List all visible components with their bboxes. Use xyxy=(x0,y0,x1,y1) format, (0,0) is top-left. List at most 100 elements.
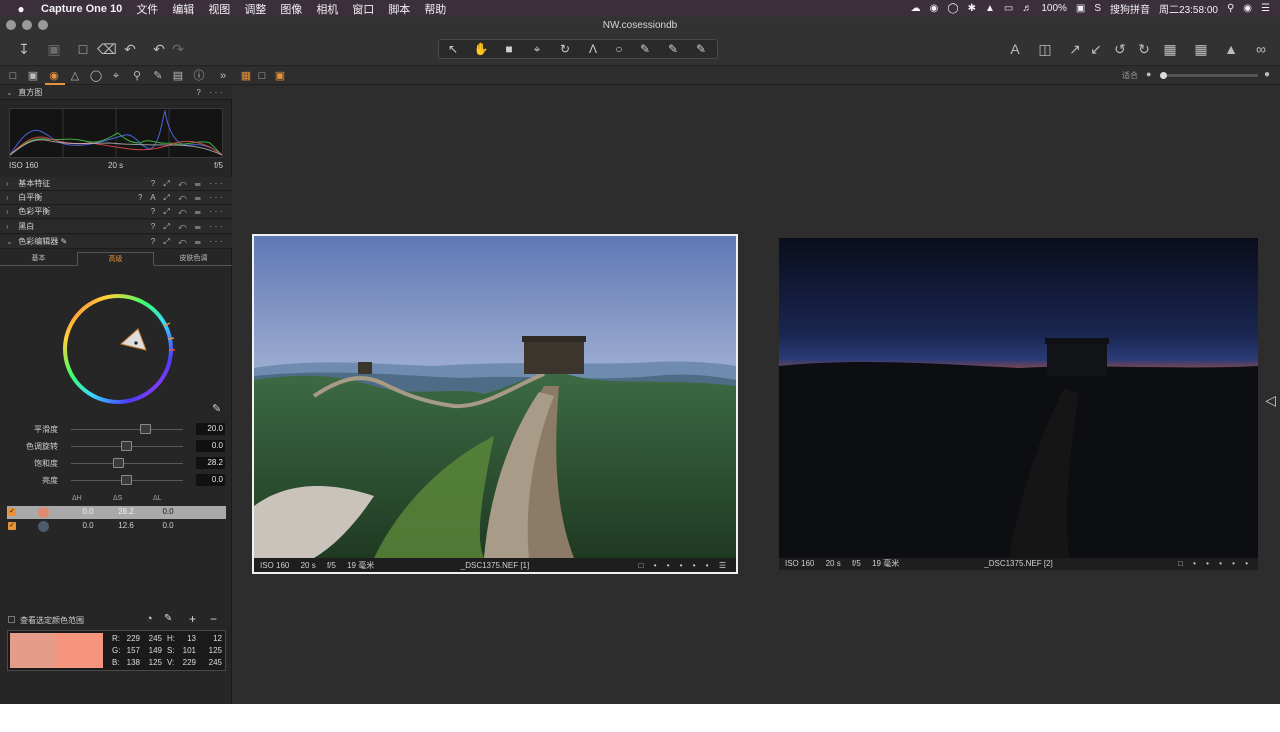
star-rating[interactable]: • • • • • xyxy=(654,561,713,570)
photo-variant-2[interactable]: ISO 160 20 s f/5 19 毫米 _DSC1375.NEF [2] … xyxy=(779,238,1258,570)
great-wall-photo-dark[interactable] xyxy=(779,238,1258,558)
slider-value-field[interactable]: 0.0 xyxy=(196,440,225,452)
zoom-in-icon[interactable]: ● xyxy=(1264,69,1270,80)
wechat-icon[interactable]: ◉ xyxy=(930,3,939,14)
menu-camera[interactable]: 相机 xyxy=(316,1,338,17)
menu-view[interactable]: 视图 xyxy=(208,1,230,17)
timer-icon[interactable]: ◯ xyxy=(947,3,958,14)
section-base-characteristics[interactable]: › 基本特征 ? ⤢ ↶ ☰ ··· xyxy=(0,177,232,191)
menu-file[interactable]: 文件 xyxy=(136,1,158,17)
slider-saturation[interactable]: 饱和度 28.2 xyxy=(0,456,232,470)
apply-adjustments-icon[interactable]: ↙ xyxy=(1087,40,1105,58)
composition-tab-icon[interactable]: ⌖ xyxy=(108,68,124,84)
slider-smoothness[interactable]: 平滑度 20.0 xyxy=(0,422,232,436)
pie-icon[interactable]: ◔ xyxy=(146,613,153,625)
photo-variant-1[interactable]: ISO 160 20 s f/5 19 毫米 _DSC1375.NEF [1] … xyxy=(252,234,738,574)
volume-icon[interactable]: ♬ xyxy=(1022,3,1032,14)
color-picker-icon[interactable]: ✎ xyxy=(661,40,685,58)
zoom-slider-knob[interactable] xyxy=(1160,72,1167,79)
section-tools[interactable]: ? A ⤢ ↶ ☰ ··· xyxy=(138,191,226,205)
section-black-white[interactable]: › 黑白 ? ⤢ ↶ ☰ ··· xyxy=(0,220,232,234)
capture-tab-icon[interactable]: ▣ xyxy=(25,68,41,84)
table-row[interactable]: ✓ 0.0 28.2 0.0 xyxy=(7,506,226,519)
wifi-icon[interactable]: ▲ xyxy=(985,3,995,14)
menu-adjust[interactable]: 调整 xyxy=(244,1,266,17)
library-tab-icon[interactable]: □ xyxy=(5,68,21,84)
fit-label[interactable]: 适合 xyxy=(1122,70,1138,81)
eyedropper-icon[interactable]: ✎ xyxy=(212,402,221,415)
menu-help[interactable]: 帮助 xyxy=(424,1,446,17)
star-rating[interactable]: • • • • • xyxy=(1193,559,1252,568)
pan-hand-icon[interactable]: ✋ xyxy=(469,40,493,58)
app-menu[interactable]: Capture One 10 xyxy=(41,3,122,15)
lens-tab-icon[interactable]: ◯ xyxy=(88,68,104,84)
add-icon[interactable]: + xyxy=(189,612,196,626)
more-tabs-icon[interactable]: » xyxy=(215,68,231,84)
metadata-tab-icon[interactable]: ⓘ xyxy=(191,68,207,84)
crop-icon[interactable]: ⌖ xyxy=(525,40,549,58)
details-tab-icon[interactable]: ⚲ xyxy=(129,68,145,84)
slider-lightness[interactable]: 亮度 0.0 xyxy=(0,473,232,487)
slider-track[interactable] xyxy=(71,429,183,430)
reset-icon[interactable]: ↶ xyxy=(121,40,139,58)
histogram-header[interactable]: ⌄ 直方图 ? ··· xyxy=(0,86,232,100)
bluetooth-icon[interactable]: ✱ xyxy=(968,3,976,14)
copy-adjustments-icon[interactable]: ↗ xyxy=(1066,40,1084,58)
collapse-panel-arrow-icon[interactable]: ◁ xyxy=(1265,392,1276,409)
section-tools[interactable]: ? ⤢ ↶ ☰ ··· xyxy=(151,235,226,249)
picker-plus-icon[interactable]: ✎ xyxy=(164,613,172,624)
siri-icon[interactable]: ◉ xyxy=(1243,3,1252,14)
import-icon[interactable]: ↧ xyxy=(15,40,33,58)
slider-value-field[interactable]: 28.2 xyxy=(196,457,225,469)
view-range-checkbox[interactable] xyxy=(8,616,15,623)
primary-variant-icon[interactable]: ▣ xyxy=(272,68,288,84)
grid-icon[interactable]: ▦ xyxy=(1192,40,1210,58)
exposure-tab-icon[interactable]: △ xyxy=(67,68,83,84)
color-range-selector[interactable] xyxy=(119,328,147,351)
slider-knob[interactable] xyxy=(120,441,132,451)
compare-icon[interactable]: ▦ xyxy=(1161,40,1179,58)
trash-icon[interactable]: ⌫ xyxy=(97,40,117,58)
hue-ring[interactable] xyxy=(63,294,173,404)
color-tag-icon[interactable]: □ xyxy=(639,561,648,570)
table-row[interactable]: ✓ 0.0 12.6 0.0 xyxy=(7,520,226,533)
slider-hue-rotation[interactable]: 色调旋转 0.0 xyxy=(0,439,232,453)
notification-center-icon[interactable]: ☰ xyxy=(1261,3,1270,14)
row-enabled-checkbox[interactable]: ✓ xyxy=(8,508,16,516)
apple-menu-icon[interactable]: ● xyxy=(14,2,28,16)
rotate-left-icon[interactable]: ↺ xyxy=(1111,40,1129,58)
section-tools[interactable]: ? ⤢ ↶ ☰ ··· xyxy=(151,177,226,191)
menu-icon[interactable]: ☰ xyxy=(719,561,730,570)
undo-icon[interactable]: ↶ xyxy=(150,40,168,58)
menu-image[interactable]: 图像 xyxy=(280,1,302,17)
slider-value-field[interactable]: 20.0 xyxy=(196,423,225,435)
rotate-right-icon[interactable]: ↻ xyxy=(1135,40,1153,58)
tab-advanced[interactable]: 高级 xyxy=(77,252,154,266)
stack-icon[interactable]: ◫ xyxy=(1036,40,1054,58)
zoom-slider[interactable] xyxy=(1160,72,1258,79)
redo-icon[interactable]: ↷ xyxy=(169,40,187,58)
slider-knob[interactable] xyxy=(113,458,125,468)
remove-icon[interactable]: − xyxy=(210,612,217,626)
input-method-label[interactable]: 搜狗拼音 xyxy=(1110,1,1150,16)
brush-icon[interactable]: ✎ xyxy=(633,40,657,58)
text-overlay-icon[interactable]: A xyxy=(1006,40,1024,58)
slider-track[interactable] xyxy=(71,463,183,464)
camera-icon[interactable]: ▣ xyxy=(45,40,63,58)
battery-level[interactable]: 100% xyxy=(1041,3,1067,14)
slider-knob[interactable] xyxy=(139,424,151,434)
zoom-out-icon[interactable]: ● xyxy=(1146,69,1151,79)
slider-knob[interactable] xyxy=(120,475,132,485)
tab-basic[interactable]: 基本 xyxy=(0,252,77,266)
section-white-balance[interactable]: › 白平衡 ? A ⤢ ↶ ☰ ··· xyxy=(0,191,232,205)
menu-script[interactable]: 脚本 xyxy=(388,1,410,17)
exposure-warning-icon[interactable]: ▲ xyxy=(1222,40,1240,58)
select-cursor-icon[interactable]: ↖ xyxy=(441,40,465,58)
color-tab-icon[interactable]: ◉ xyxy=(46,68,62,84)
menu-window[interactable]: 窗口 xyxy=(352,1,374,17)
color-wheel[interactable] xyxy=(58,292,178,412)
tab-skin-tone[interactable]: 皮肤色调 xyxy=(155,252,232,266)
rotate-icon[interactable]: ↻ xyxy=(553,40,577,58)
menu-edit[interactable]: 编辑 xyxy=(172,1,194,17)
section-tools[interactable]: ? ⤢ ↶ ☰ ··· xyxy=(151,205,226,219)
